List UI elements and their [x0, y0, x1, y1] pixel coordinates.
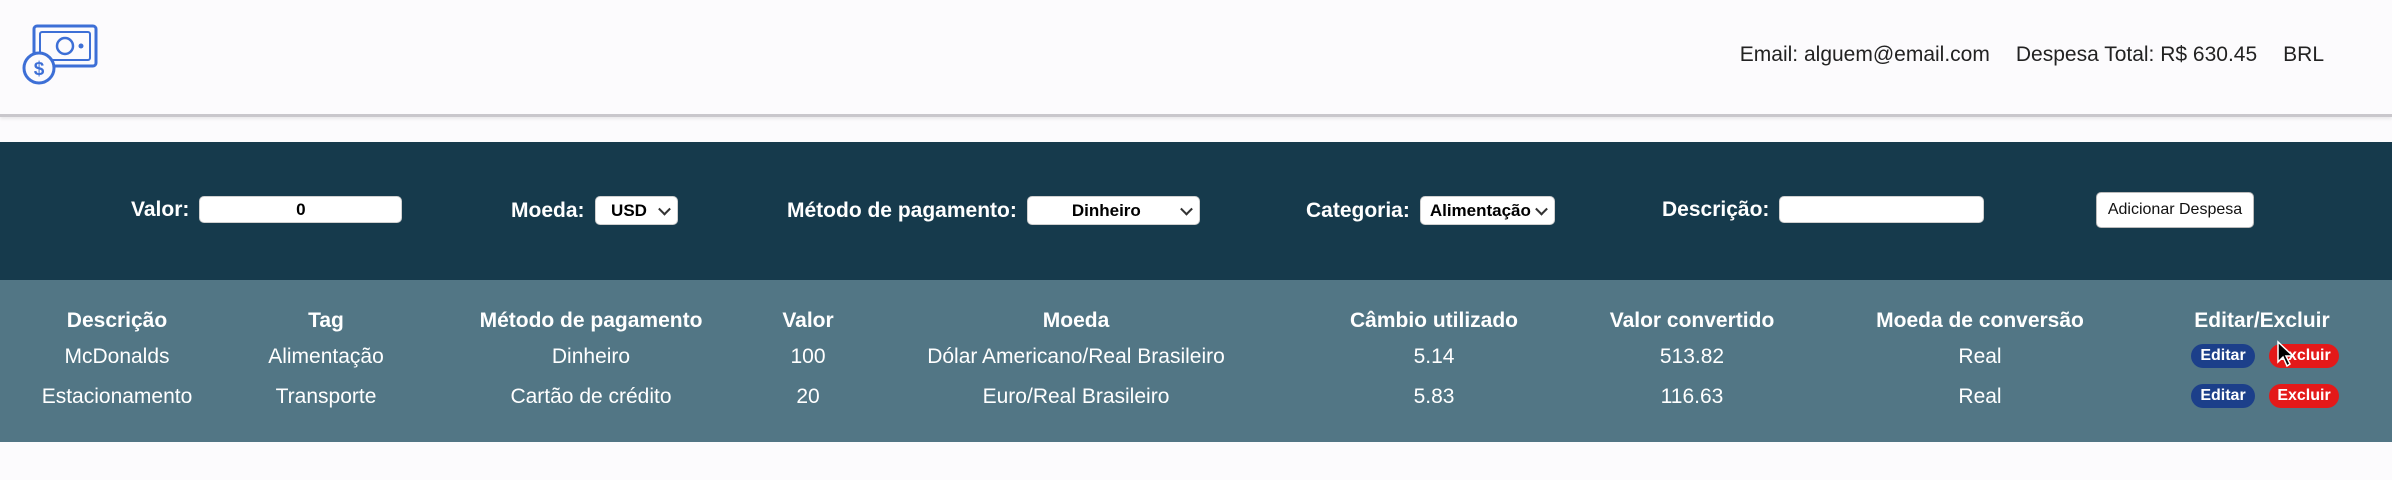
cell-valor: 20	[796, 385, 820, 408]
delete-button[interactable]: Excluir	[2269, 384, 2339, 408]
edit-button[interactable]: Editar	[2191, 344, 2255, 368]
categoria-select-value: Alimentação	[1429, 200, 1531, 220]
svg-text:$: $	[34, 59, 45, 80]
cell-moeda: Euro/Real Brasileiro	[982, 385, 1170, 408]
valor-field-group: Valor: 0	[131, 196, 403, 223]
chevron-down-icon	[657, 202, 671, 216]
cell-moeda-conversao: Real	[1958, 345, 2002, 368]
cell-moeda-conversao: Real	[1958, 385, 2002, 408]
cell-metodo: Cartão de crédito	[510, 385, 672, 408]
categoria-label: Categoria:	[1306, 198, 1410, 222]
mouse-pointer-icon	[2277, 340, 2295, 368]
money-bill-dollar-icon: $	[22, 24, 98, 85]
column-header-descricao: Descrição	[66, 309, 168, 332]
valor-input[interactable]: 0	[199, 196, 403, 223]
metodo-label: Método de pagamento:	[787, 198, 1017, 222]
total-expense: Despesa Total: R$ 630.45	[2015, 43, 2258, 66]
edit-button[interactable]: Editar	[2191, 384, 2255, 408]
moeda-select[interactable]: USD	[594, 196, 678, 225]
cell-cambio: 5.14	[1413, 345, 1455, 368]
cell-descricao: Estacionamento	[41, 385, 193, 408]
cell-descricao: McDonalds	[64, 345, 170, 368]
descricao-field-group: Descrição:	[1662, 196, 1985, 223]
column-header-moeda-conversao: Moeda de conversão	[1876, 309, 2084, 332]
add-expense-button[interactable]: Adicionar Despesa	[2096, 192, 2254, 228]
expense-form: Valor: 0 Moeda: USD Método de pagamento:…	[0, 142, 2392, 280]
categoria-select[interactable]: Alimentação	[1419, 196, 1555, 225]
cell-tag: Alimentação	[268, 345, 384, 368]
moeda-label: Moeda:	[511, 198, 585, 222]
moeda-select-value: USD	[611, 200, 647, 220]
currency-code: BRL	[2283, 43, 2324, 66]
cell-metodo: Dinheiro	[551, 345, 631, 368]
cell-valor-convertido: 513.82	[1659, 345, 1725, 368]
chevron-down-icon	[1534, 202, 1548, 216]
descricao-input[interactable]	[1779, 196, 1985, 223]
chevron-down-icon	[1179, 202, 1193, 216]
column-header-cambio: Câmbio utilizado	[1350, 309, 1518, 332]
column-header-tag: Tag	[308, 309, 344, 332]
column-header-valor-convertido: Valor convertido	[1609, 309, 1775, 332]
column-header-moeda: Moeda	[1042, 309, 1110, 332]
cell-tag: Transporte	[275, 385, 377, 408]
cell-valor-convertido: 116.63	[1660, 385, 1724, 408]
column-header-valor: Valor	[782, 309, 834, 332]
descricao-label: Descrição:	[1662, 197, 1770, 221]
header-info: Email: alguem@email.com Despesa Total: R…	[1740, 43, 2324, 67]
cell-valor: 100	[790, 345, 826, 368]
categoria-field-group: Categoria: Alimentação	[1306, 196, 1555, 225]
app-header: $ Email: alguem@email.com Despesa Total:…	[0, 0, 2392, 117]
valor-label: Valor:	[131, 197, 190, 221]
column-header-editar-excluir: Editar/Excluir	[2194, 309, 2330, 332]
metodo-select[interactable]: Dinheiro	[1026, 196, 1200, 225]
cell-moeda: Dólar Americano/Real Brasileiro	[927, 345, 1225, 368]
metodo-field-group: Método de pagamento: Dinheiro	[787, 196, 1200, 225]
moeda-field-group: Moeda: USD	[511, 196, 678, 225]
metodo-select-value: Dinheiro	[1071, 200, 1141, 220]
column-header-metodo: Método de pagamento	[479, 309, 703, 332]
expense-table: Descrição Tag Método de pagamento Valor …	[0, 280, 2392, 442]
cell-cambio: 5.83	[1413, 385, 1455, 408]
user-email: Email: alguem@email.com	[1739, 43, 1990, 66]
